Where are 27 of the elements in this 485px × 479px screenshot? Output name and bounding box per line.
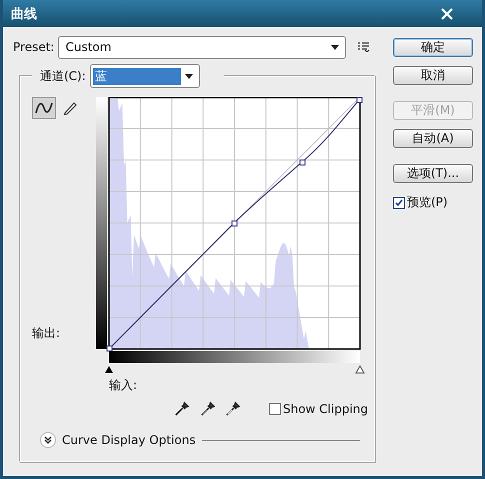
caret-icon <box>331 44 340 50</box>
output-label: 输出: <box>32 325 62 342</box>
shadow-point-handle[interactable] <box>105 366 113 373</box>
highlight-point-handle[interactable] <box>355 365 365 374</box>
show-clipping-checkbox[interactable] <box>268 403 281 415</box>
preset-label: Preset: <box>13 40 54 54</box>
show-clipping-label: Show Clipping <box>282 402 368 416</box>
dialog-button[interactable]: 取消 <box>393 66 473 85</box>
preview-checkbox[interactable] <box>393 196 405 208</box>
dialog-button[interactable]: 确定 <box>393 38 473 57</box>
dialog-button[interactable]: 选项(T)... <box>393 164 473 183</box>
curve-tool-icon[interactable] <box>32 97 56 119</box>
preview-label: 预览(P) <box>407 194 448 211</box>
channel-dropdown[interactable]: 蓝 <box>90 64 200 88</box>
window-title: 曲线 <box>11 6 37 22</box>
eyedropper-icon[interactable] <box>174 400 190 418</box>
caret-icon <box>184 74 193 78</box>
input-label: 输入: <box>109 377 138 394</box>
curve-display-options-label: Curve Display Options <box>62 433 196 447</box>
eyedropper-icon[interactable] <box>225 400 241 418</box>
close-icon[interactable] <box>440 6 454 20</box>
dialog-button[interactable]: 自动(A) <box>393 129 473 148</box>
expand-icon[interactable] <box>40 432 56 448</box>
eyedropper-icon[interactable] <box>200 400 216 418</box>
menu-icon[interactable] <box>358 42 370 52</box>
preset-dropdown[interactable]: Custom <box>58 36 346 58</box>
channel-label: 通道(C): <box>40 68 86 84</box>
